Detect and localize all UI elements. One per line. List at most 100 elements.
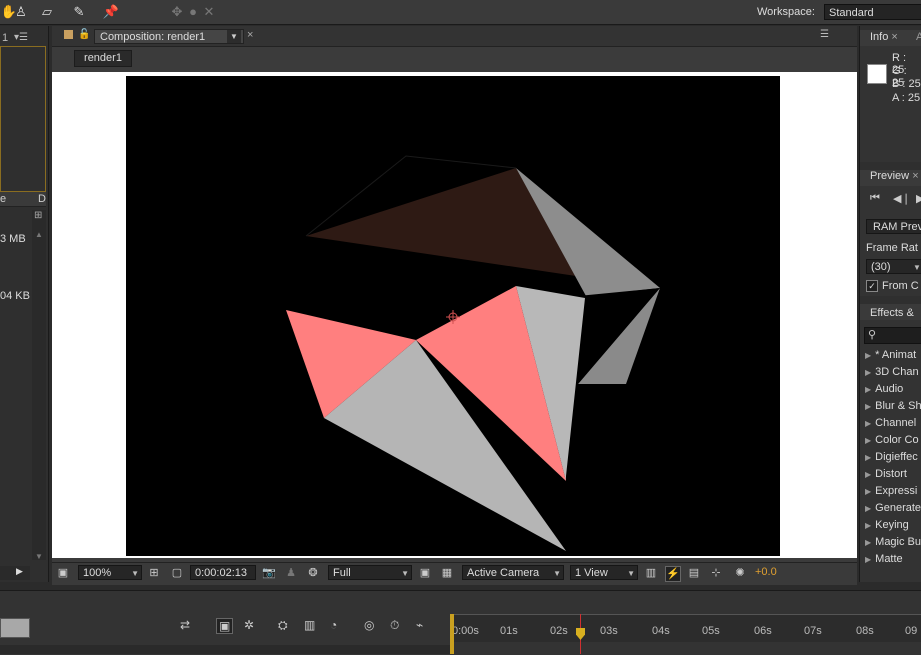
first-frame-icon[interactable]: ⏮ — [870, 192, 880, 205]
effect-category[interactable]: ▶ Matte — [865, 553, 903, 565]
disclosure-triangle-icon[interactable]: ▶ — [865, 470, 871, 479]
region-of-interest-icon[interactable]: ▣ — [418, 566, 432, 580]
from-current-checkbox[interactable]: ✓ — [866, 280, 878, 292]
view-layout-select[interactable]: 1 View ▼ — [570, 565, 638, 580]
panel-menu-icon[interactable]: ▾☰ — [14, 32, 28, 43]
scroll-right-icon[interactable]: ▶ — [16, 566, 23, 577]
effect-category[interactable]: ▶ Expressi — [865, 485, 917, 497]
previous-frame-icon[interactable]: ◀❘ — [893, 192, 911, 205]
current-time-field[interactable]: 0:00:02:13 — [190, 565, 256, 580]
chevron-down-icon: ▼ — [131, 569, 139, 578]
close-icon[interactable]: × — [912, 170, 918, 182]
disclosure-triangle-icon[interactable]: ▶ — [865, 487, 871, 496]
brainstorm-icon[interactable]: ◎ — [364, 618, 374, 632]
tab-audio[interactable]: A — [916, 30, 921, 44]
scroll-up-icon[interactable]: ▲ — [35, 230, 43, 239]
snapshot-icon[interactable]: 📷 — [262, 566, 276, 580]
project-hscroll[interactable]: ▶ — [0, 566, 30, 580]
motion-blur-icon[interactable]: ◔ — [330, 618, 337, 632]
live-update-icon[interactable]: ▣ — [216, 618, 234, 634]
tab-composition[interactable]: Composition: render1 — [94, 29, 244, 44]
effects-search-input[interactable]: ⚲ — [864, 327, 921, 344]
clone-stamp-tool-icon[interactable]: ♙ — [12, 3, 30, 21]
comp-mini-flowchart-icon[interactable]: ⇄ — [180, 618, 190, 632]
workspace-select[interactable]: Standard — [824, 4, 921, 20]
brown-triangle — [306, 168, 576, 276]
comp-frame[interactable] — [126, 76, 780, 556]
effect-category[interactable]: ▶ Distort — [865, 468, 907, 480]
zoom-select[interactable]: 100% ▼ — [78, 565, 142, 580]
flowchart-icon[interactable]: ⊹ — [709, 566, 723, 580]
effect-category[interactable]: ▶ Keying — [865, 519, 909, 531]
search-icon: ⚲ — [868, 329, 877, 341]
effect-category[interactable]: ▶ Channel — [865, 417, 916, 429]
resolution-select[interactable]: Full ▼ — [328, 565, 412, 580]
project-panel-header: 1 ▾☰ — [0, 32, 46, 47]
toggle-pixel-aspect-icon[interactable]: ▥ — [644, 566, 658, 580]
chevron-down-icon[interactable]: ▼ — [227, 30, 241, 43]
flowchart-icon[interactable]: ⊞ — [34, 210, 42, 221]
right-panels — [859, 26, 921, 582]
effect-category-label: Audio — [875, 383, 904, 395]
scroll-down-icon[interactable]: ▼ — [35, 552, 43, 561]
effect-category[interactable]: ▶ Audio — [865, 383, 903, 395]
panel-menu-icon[interactable]: ☰ — [820, 29, 829, 40]
mask-visibility-icon[interactable]: ▢ — [170, 566, 184, 580]
timeline-icon[interactable]: ▤ — [687, 566, 701, 580]
disclosure-triangle-icon[interactable]: ▶ — [865, 385, 871, 394]
exposure-value[interactable]: +0.0 — [755, 566, 777, 578]
close-icon[interactable]: × — [891, 31, 897, 43]
hide-shy-layers-icon[interactable]: ⛭ — [278, 618, 288, 633]
close-icon[interactable]: × — [247, 29, 253, 41]
ram-preview-options[interactable]: RAM Prev — [866, 219, 921, 234]
panel-number: 1 — [2, 32, 9, 44]
effect-category[interactable]: ▶ Generate — [865, 502, 921, 514]
effect-category[interactable]: ▶ Blur & Sh — [865, 400, 921, 412]
roto-brush-tool-icon[interactable]: ✎ — [70, 3, 88, 21]
effect-category[interactable]: ▶ Digieffec — [865, 451, 918, 463]
disclosure-triangle-icon[interactable]: ▶ — [865, 555, 871, 564]
disclosure-triangle-icon[interactable]: ▶ — [865, 436, 871, 445]
lock-icon[interactable]: 🔓 — [78, 29, 90, 40]
color-channels-icon[interactable]: ❂ — [306, 566, 320, 580]
camera-view-select[interactable]: Active Camera ▼ — [462, 565, 564, 580]
always-preview-icon[interactable]: ▣ — [56, 566, 70, 580]
puppet-advanced-tool-icon[interactable]: ✕ — [200, 3, 218, 21]
chevron-down-icon: ▼ — [401, 569, 409, 578]
grid-guide-options-icon[interactable]: ⊞ — [147, 566, 161, 580]
graph-editor-icon[interactable]: ⌁ — [416, 618, 423, 632]
disclosure-triangle-icon[interactable]: ▶ — [865, 538, 871, 547]
transparency-grid-icon[interactable]: ▦ — [440, 566, 454, 580]
exposure-reset-icon[interactable]: ✺ — [733, 566, 747, 580]
disclosure-triangle-icon[interactable]: ▶ — [865, 419, 871, 428]
show-snapshot-icon[interactable]: ♟ — [284, 566, 298, 580]
comp-breadcrumb[interactable]: render1 — [74, 50, 132, 67]
timeline-search-input[interactable] — [0, 618, 30, 638]
tab-info[interactable]: Info × — [870, 30, 898, 44]
fast-previews-icon[interactable]: ⚡ — [665, 566, 681, 582]
project-scrollbar[interactable]: ⊞ ▲ ▼ — [32, 210, 46, 561]
puppet-pin-tool-icon[interactable]: 📌 — [102, 3, 120, 21]
effect-category[interactable]: ▶ Magic Bu — [865, 536, 921, 548]
work-area-start[interactable] — [450, 614, 454, 654]
disclosure-triangle-icon[interactable]: ▶ — [865, 504, 871, 513]
disclosure-triangle-icon[interactable]: ▶ — [865, 402, 871, 411]
effect-category[interactable]: ▶ 3D Chan — [865, 366, 919, 378]
disclosure-triangle-icon[interactable]: ▶ — [865, 453, 871, 462]
effect-category[interactable]: ▶ Color Co — [865, 434, 919, 446]
effect-category[interactable]: ▶ * Animat — [865, 349, 916, 361]
frame-blending-icon[interactable]: ▥ — [304, 618, 315, 632]
eraser-tool-icon[interactable]: ▱ — [38, 3, 56, 21]
disclosure-triangle-icon[interactable]: ▶ — [865, 368, 871, 377]
frame-rate-select[interactable]: (30) ▼ — [866, 259, 921, 274]
tab-effects-presets[interactable]: Effects & — [870, 306, 914, 320]
time-ruler[interactable] — [450, 614, 921, 642]
effect-category-label: Blur & Sh — [875, 400, 921, 412]
draft-3d-icon[interactable]: ✲ — [244, 618, 254, 632]
play-icon[interactable]: ▶ — [916, 192, 921, 205]
auto-keyframe-icon[interactable]: ⏱ — [390, 618, 399, 633]
tab-preview[interactable]: Preview × — [870, 169, 919, 183]
disclosure-triangle-icon[interactable]: ▶ — [865, 521, 871, 530]
project-panel: 1 ▾☰ e D 3 MB 04 KB ⊞ ▲ ▼ ▶ — [0, 26, 49, 582]
disclosure-triangle-icon[interactable]: ▶ — [865, 351, 871, 360]
